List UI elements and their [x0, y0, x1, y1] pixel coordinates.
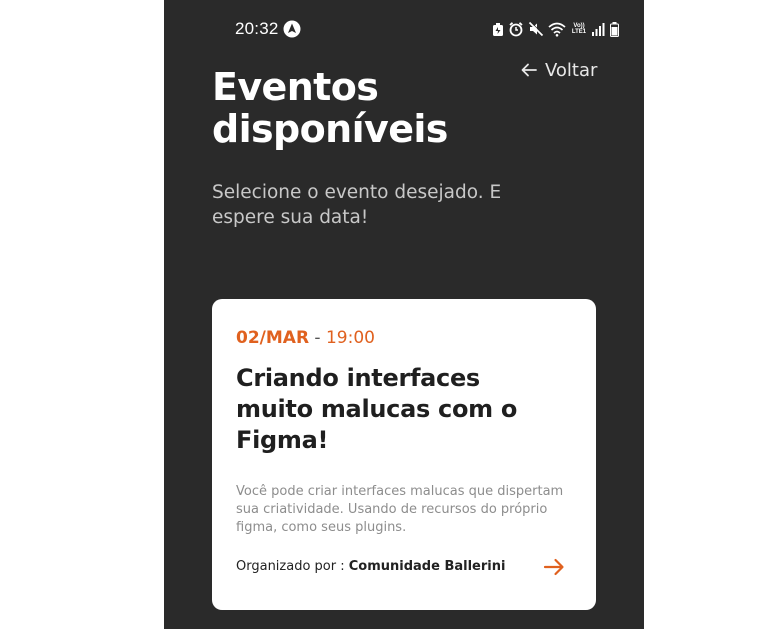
status-time: 20:32 [235, 19, 279, 38]
navigation-icon [283, 20, 301, 38]
event-time: 19:00 [325, 328, 375, 348]
event-date: 02/MAR [236, 328, 310, 348]
app-screen: 20:32 Vo)) LTE1 Voltar Eventos disponíve… [164, 0, 644, 629]
event-datetime: 02/MAR - 19:00 [236, 328, 375, 348]
arrow-right-icon[interactable] [542, 555, 566, 579]
alarm-icon [508, 21, 524, 37]
back-label: Voltar [545, 59, 598, 81]
status-bar: 20:32 Vo)) LTE1 [164, 0, 644, 58]
event-title: Criando interfaces muito malucas com o F… [236, 364, 518, 454]
wifi-icon [548, 22, 566, 37]
battery-saver-icon [492, 22, 504, 37]
status-icons: Vo)) LTE1 [492, 18, 619, 40]
volte-lte-icon: Vo)) LTE1 [571, 23, 587, 35]
back-button[interactable]: Voltar [520, 58, 597, 82]
mute-icon [528, 21, 544, 37]
signal-icon [592, 22, 606, 36]
event-organizer: Organizado por : Comunidade Ballerini [236, 559, 505, 574]
event-description: Você pode criar interfaces malucas que d… [236, 484, 564, 535]
organizer-prefix: Organizado por : [236, 559, 349, 574]
page-title: Eventos disponíveis [212, 65, 448, 151]
organizer-name: Comunidade Ballerini [348, 559, 506, 574]
event-card[interactable]: 02/MAR - 19:00 Criando interfaces muito … [212, 299, 596, 610]
battery-icon [610, 21, 619, 37]
event-separator: - [309, 328, 326, 348]
arrow-left-icon [521, 63, 537, 77]
page-subtitle: Selecione o evento desejado. E espere su… [212, 182, 502, 228]
